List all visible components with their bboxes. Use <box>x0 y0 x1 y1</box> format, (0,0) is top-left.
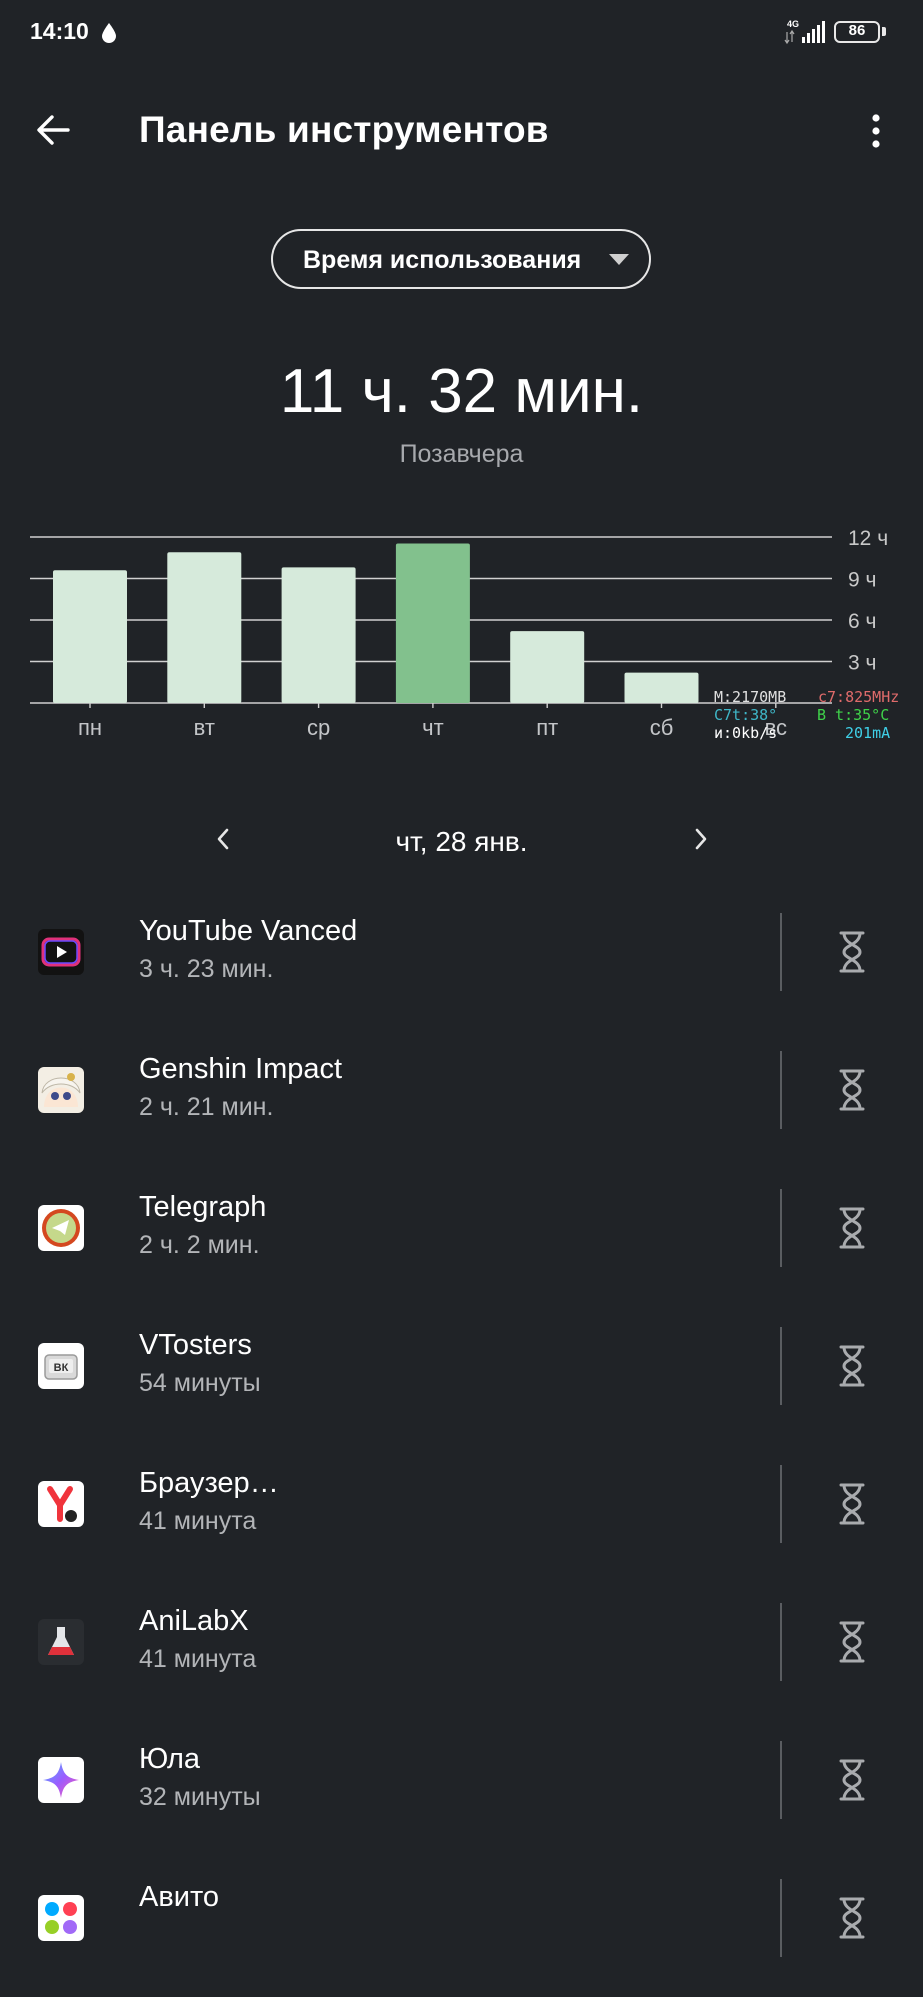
bar-пн <box>53 570 127 703</box>
more-options-icon[interactable] <box>868 112 884 152</box>
overlay-cpu-frequency: c7:825MHz <box>818 688 900 706</box>
app-usage-time: 41 минута <box>139 1645 257 1673</box>
battery-indicator: 86 <box>834 21 880 43</box>
app-usage-row[interactable]: Юла 32 минуты <box>0 1721 923 1859</box>
x-tick-label: пн <box>78 715 102 740</box>
chevron-right-icon <box>695 828 707 850</box>
metric-dropdown-label: Время использования <box>303 246 582 274</box>
overlay-battery-temperature: B t:35°C <box>817 706 890 724</box>
app-name: YouTube Vanced <box>139 915 358 947</box>
app-usage-time: 41 минута <box>139 1507 257 1535</box>
anilabx-icon <box>38 1619 84 1665</box>
back-arrow-icon[interactable] <box>34 110 74 150</box>
app-usage-row[interactable]: AniLabX 41 минута <box>0 1583 923 1721</box>
dropdown-arrow-icon <box>609 254 629 265</box>
cellular-signal-icon: 4G <box>784 19 825 45</box>
app-usage-row[interactable]: ВК VTosters 54 минуты <box>0 1307 923 1445</box>
y-tick-label: 9 ч <box>848 569 876 592</box>
data-saver-drop-icon <box>102 23 116 43</box>
hourglass-timer-icon[interactable] <box>836 1205 868 1251</box>
vtosters-icon: ВК <box>38 1343 84 1389</box>
row-divider <box>780 1741 782 1819</box>
hourglass-timer-icon[interactable] <box>836 1067 868 1113</box>
app-name: Юла <box>139 1743 201 1775</box>
x-tick-label: пт <box>536 715 558 740</box>
hourglass-timer-icon[interactable] <box>836 1481 868 1527</box>
svg-text:ВК: ВК <box>54 1362 69 1374</box>
app-usage-row[interactable]: Авито <box>0 1859 923 1997</box>
app-name: Браузер… <box>139 1467 279 1499</box>
overlay-memory: M:2170MB <box>714 688 787 706</box>
app-usage-row[interactable]: Браузер… 41 минута <box>0 1445 923 1583</box>
app-usage-time: 2 ч. 2 мин. <box>139 1231 260 1259</box>
overlay-current: 201mA <box>845 724 891 742</box>
bar-сб <box>624 672 699 703</box>
y-tick-label: 12 ч <box>848 527 888 550</box>
selected-date-label: чт, 28 янв. <box>395 826 528 857</box>
yula-icon <box>38 1757 84 1803</box>
app-usage-time: 3 ч. 23 мин. <box>139 955 274 983</box>
app-usage-row[interactable]: Genshin Impact 2 ч. 21 мин. <box>0 1031 923 1169</box>
battery-level: 86 <box>848 22 866 39</box>
row-divider <box>780 1465 782 1543</box>
hourglass-timer-icon[interactable] <box>836 929 868 975</box>
app-usage-time: 2 ч. 21 мин. <box>139 1093 274 1121</box>
youtube-vanced-icon <box>38 929 84 975</box>
x-tick-label: сб <box>650 715 674 740</box>
app-name: Telegraph <box>139 1191 267 1223</box>
battery-cap <box>882 27 886 36</box>
avito-icon <box>38 1895 84 1941</box>
row-divider <box>780 1603 782 1681</box>
row-divider <box>780 1879 782 1957</box>
x-tick-label: чт <box>422 715 444 740</box>
status-time: 14:10 <box>30 18 89 44</box>
row-divider <box>780 1189 782 1267</box>
next-day-button[interactable] <box>688 822 714 856</box>
row-divider <box>780 913 782 991</box>
y-tick-label: 3 ч <box>848 652 876 675</box>
usage-bar-chart: 3 ч6 ч9 ч12 чпн вт ср чт пт сб вс <box>30 527 888 740</box>
app-name: Авито <box>139 1881 220 1913</box>
previous-day-button[interactable] <box>210 822 236 856</box>
row-divider <box>780 1051 782 1129</box>
yandex-browser-icon <box>38 1481 84 1527</box>
hourglass-timer-icon[interactable] <box>836 1619 868 1665</box>
y-tick-label: 6 ч <box>848 610 876 633</box>
page-title: Панель инструментов <box>139 109 549 150</box>
app-usage-row[interactable]: Telegraph 2 ч. 2 мин. <box>0 1169 923 1307</box>
bar-пт <box>510 631 585 703</box>
app-usage-row[interactable]: YouTube Vanced 3 ч. 23 мин. <box>0 893 923 1031</box>
usage-period-label: Позавчера <box>399 440 524 468</box>
overlay-network-speed: и:0kb/s <box>714 724 778 742</box>
app-name: AniLabX <box>139 1605 249 1637</box>
bar-чт <box>395 543 470 703</box>
app-name: VTosters <box>139 1329 252 1361</box>
overlay-cpu-temperature: C7t:38° <box>714 706 778 724</box>
app-usage-time: 54 минуты <box>139 1369 261 1397</box>
bar-вт <box>167 552 242 703</box>
genshin-impact-icon <box>38 1067 84 1113</box>
network-type-label: 4G <box>787 19 799 29</box>
bar-ср <box>281 567 356 703</box>
row-divider <box>780 1327 782 1405</box>
x-tick-label: ср <box>307 715 330 740</box>
x-tick-label: вт <box>194 715 215 740</box>
chevron-left-icon <box>217 828 229 850</box>
app-name: Genshin Impact <box>139 1053 343 1085</box>
telegraph-icon <box>38 1205 84 1251</box>
hourglass-timer-icon[interactable] <box>836 1757 868 1803</box>
total-usage-time: 11 ч. 32 мин. <box>279 357 644 426</box>
metric-dropdown[interactable]: Время использования <box>271 229 651 289</box>
hourglass-timer-icon[interactable] <box>836 1895 868 1941</box>
hourglass-timer-icon[interactable] <box>836 1343 868 1389</box>
app-usage-time: 32 минуты <box>139 1783 261 1811</box>
